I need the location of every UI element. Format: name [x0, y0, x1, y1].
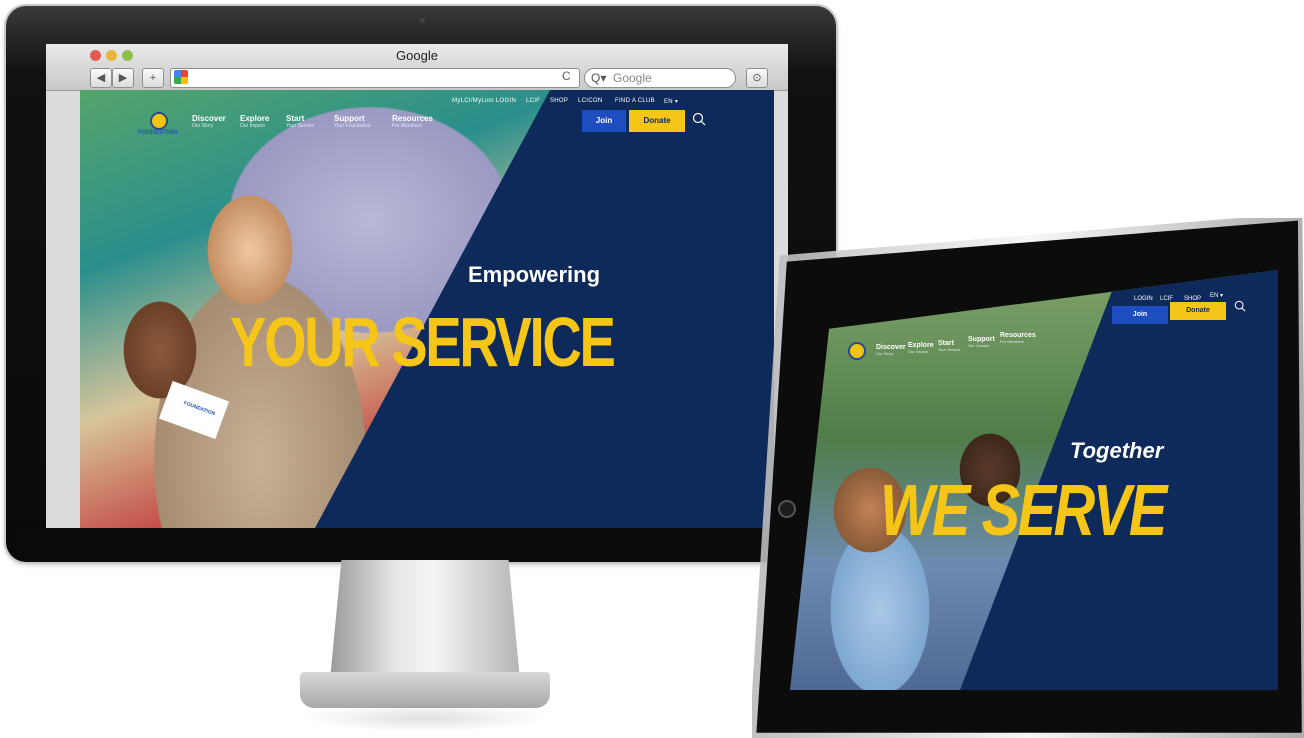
imac-stand [330, 560, 520, 680]
forward-button[interactable]: ▶ [112, 68, 134, 88]
language-selector[interactable]: EN ▾ [664, 98, 678, 105]
tablet-nav-discover[interactable]: Discover Our Story [876, 344, 906, 356]
nav-start[interactable]: Start Your Service [286, 114, 314, 129]
pamphlet-logo-text: FOUNDATION [182, 400, 216, 418]
nav-title: Support [968, 336, 995, 343]
nav-sub: Our Impact [908, 349, 928, 354]
nav-title: Discover [876, 344, 906, 351]
nav-title: Explore [908, 342, 934, 349]
nav-title: Resources [1000, 332, 1036, 339]
new-tab-button[interactable]: + [142, 68, 164, 88]
foundation-logo[interactable]: FOUNDATION [138, 112, 178, 140]
imac-chin [12, 528, 830, 560]
camera-icon [420, 18, 425, 23]
tablet-nav-resources[interactable]: Resources For Members [1000, 332, 1036, 344]
join-button[interactable]: Join [582, 110, 626, 132]
tablet-donate-button[interactable]: Donate [1170, 302, 1226, 320]
stand-shadow [300, 704, 550, 732]
nav-sub: Your Foundation [334, 123, 371, 129]
site-header: MyLCI/MyLion LOGIN LCIF SHOP LCICON FIND… [80, 90, 774, 150]
tablet-webpage: LOGIN LCIF SHOP EN ▾ Join Donate Discove… [790, 270, 1278, 690]
nav-title: Start [938, 340, 954, 347]
nav-sub: Our Story [192, 123, 214, 129]
tablet-language-selector[interactable]: EN ▾ [1210, 292, 1223, 299]
nav-sub: Our Story [876, 351, 894, 356]
nav-sub: Our Causes [968, 343, 990, 348]
tablet-nav-start[interactable]: Start Your Service [938, 340, 961, 352]
home-button-icon[interactable] [778, 500, 796, 518]
back-button[interactable]: ◀ [90, 68, 112, 88]
nav-title: Support [334, 114, 365, 123]
util-link-shop[interactable]: SHOP [550, 98, 568, 104]
window-title: Google [396, 48, 438, 63]
lions-seal-icon [150, 112, 168, 130]
util-link-login[interactable]: MyLCI/MyLion LOGIN [452, 98, 516, 104]
nav-sub: For Members [1000, 339, 1024, 344]
browser-search-input[interactable]: Q▾ Google [584, 68, 736, 88]
tablet-hero-subheading: Together [1070, 438, 1164, 463]
tablet-nav-support[interactable]: Support Our Causes [968, 336, 995, 348]
desktop-webpage: FOUNDATION MyLCI/MyLion LOGIN LCIF SHOP … [80, 90, 774, 528]
tablet-hero-heading: WE SERVE [880, 471, 1167, 551]
nav-support[interactable]: Support Your Foundation [334, 114, 371, 129]
nav-sub: For Members [392, 123, 422, 129]
imac-stand-base [300, 672, 550, 708]
nav-explore[interactable]: Explore Our Impact [240, 114, 269, 129]
logo-text: FOUNDATION [138, 130, 178, 136]
nav-title: Start [286, 114, 305, 123]
hero-subheading: Empowering [468, 262, 601, 287]
search-icon[interactable] [692, 112, 706, 126]
address-bar[interactable] [170, 68, 580, 88]
nav-resources[interactable]: Resources For Members [392, 114, 433, 129]
nav-discover[interactable]: Discover Our Story [192, 114, 226, 129]
reload-icon[interactable]: C [562, 69, 571, 83]
browser-search-placeholder: Google [613, 71, 652, 85]
imac-monitor: Google ◀ ▶ + C Q▾ Google ⊙ FOUNDATION My… [6, 6, 836, 562]
nav-sub: Your Service [286, 123, 315, 129]
util-link-find-club[interactable]: FIND A CLUB [615, 98, 655, 104]
nav-title: Discover [192, 114, 226, 123]
ipad-device: LOGIN LCIF SHOP EN ▾ Join Donate Discove… [752, 218, 1304, 738]
tablet-lions-seal-icon[interactable] [848, 342, 866, 360]
nav-sub: Your Service [938, 347, 961, 352]
search-icon[interactable] [1234, 300, 1246, 312]
imac-screen: Google ◀ ▶ + C Q▾ Google ⊙ FOUNDATION My… [46, 44, 788, 528]
search-icon: Q▾ [591, 71, 607, 85]
favicon-icon [174, 70, 188, 84]
tablet-join-button[interactable]: Join [1112, 306, 1168, 324]
util-link-lcicon[interactable]: LCICON [578, 98, 602, 104]
nav-title: Explore [240, 114, 270, 123]
hero-heading: YOUR SERVICE [230, 303, 616, 381]
nav-title: Resources [392, 114, 433, 123]
tablet-util-login[interactable]: LOGIN [1134, 296, 1153, 302]
util-link-lcif[interactable]: LCIF [526, 98, 540, 104]
download-icon[interactable]: ⊙ [746, 68, 768, 88]
browser-chrome: Google ◀ ▶ + C Q▾ Google ⊙ [46, 44, 788, 91]
nav-sub: Our Impact [240, 123, 265, 129]
tablet-nav-explore[interactable]: Explore Our Impact [908, 342, 934, 354]
donate-button[interactable]: Donate [629, 110, 685, 132]
